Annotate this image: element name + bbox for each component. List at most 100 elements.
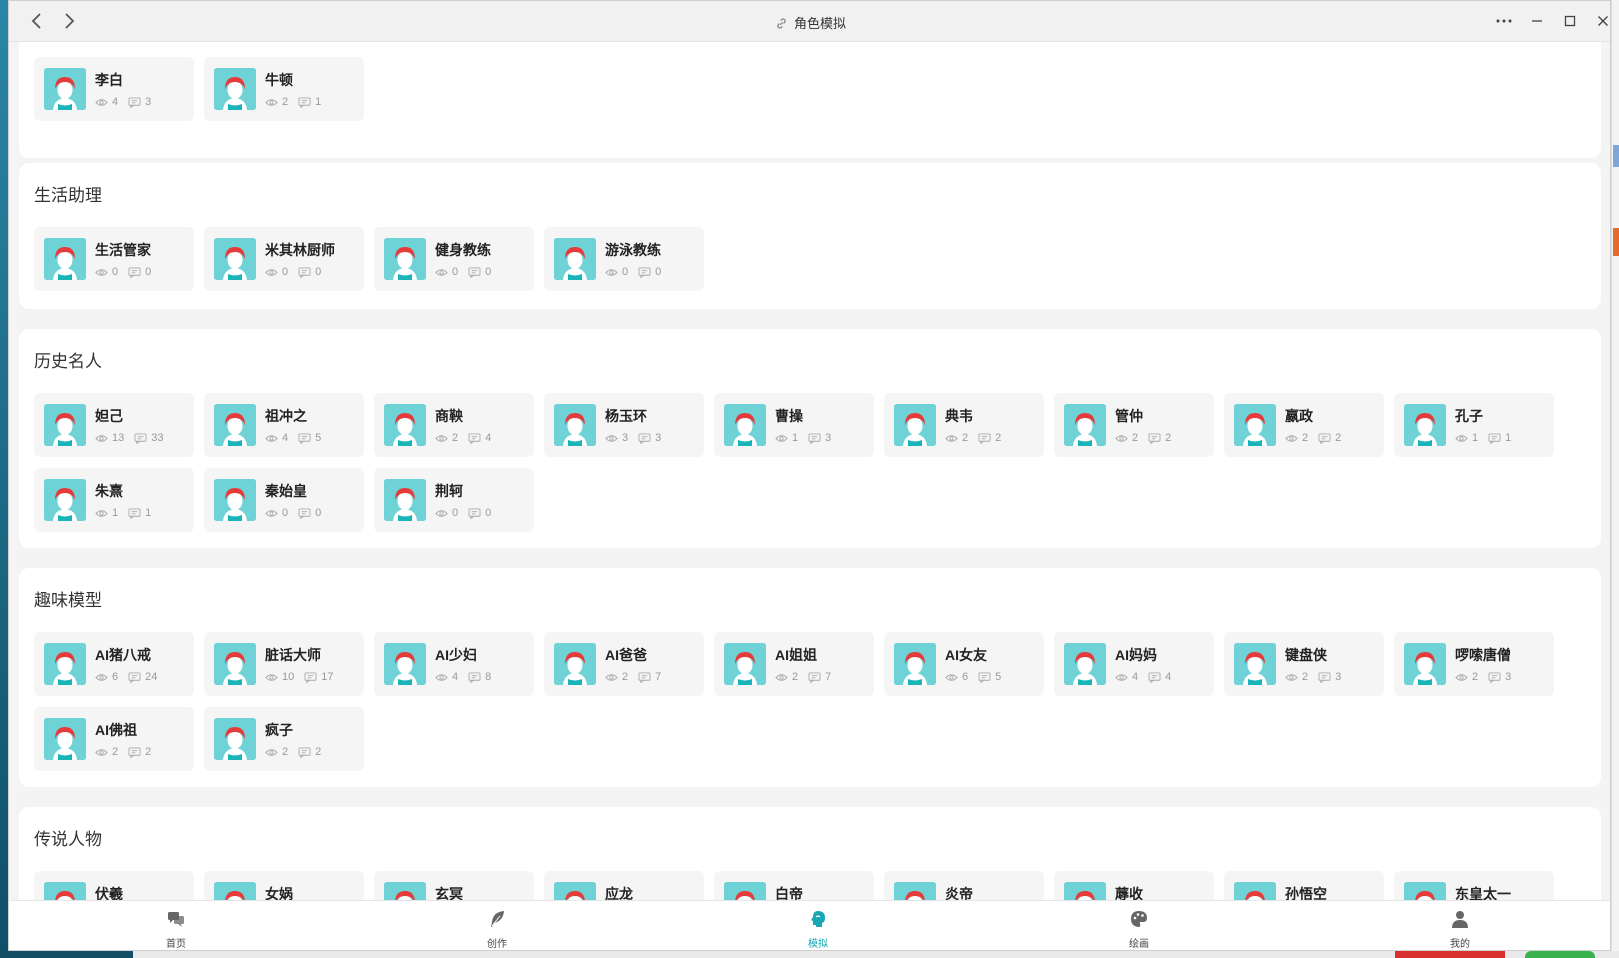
more-button[interactable] <box>1492 9 1516 33</box>
view-count: 0 <box>452 507 459 519</box>
role-card[interactable]: 白帝 <box>714 871 874 900</box>
role-card[interactable]: 商鞅 2 4 <box>374 393 534 457</box>
eye-icon <box>435 434 448 442</box>
role-card[interactable]: AI爸爸 2 7 <box>544 632 704 696</box>
role-name: 荆轲 <box>435 483 463 499</box>
role-category-section: 传说人物 伏羲 女娲 玄冥 应龙 白帝 炎帝 蓐收 孙悟空 东皇太一 <box>19 807 1601 900</box>
tab-paint[interactable]: 绘画 <box>1079 901 1199 950</box>
role-card[interactable]: 女娲 <box>204 871 364 900</box>
eye-icon <box>435 673 448 681</box>
role-card[interactable]: 祖冲之 4 5 <box>204 393 364 457</box>
role-avatar <box>44 479 86 521</box>
role-avatar <box>214 479 256 521</box>
tab-mine[interactable]: 我的 <box>1400 901 1520 950</box>
role-avatar <box>214 68 256 110</box>
role-card[interactable]: 疯子 2 2 <box>204 707 364 771</box>
role-card[interactable]: 秦始皇 0 0 <box>204 468 364 532</box>
eye-icon <box>95 673 108 681</box>
role-card[interactable]: 牛顿 2 1 <box>204 57 364 121</box>
role-avatar <box>1234 882 1276 900</box>
role-card[interactable]: 炎帝 <box>884 871 1044 900</box>
role-card[interactable]: 生活管家 0 0 <box>34 227 194 291</box>
tab-roleplay[interactable]: 模拟 <box>758 901 878 950</box>
role-card[interactable]: AI少妇 4 8 <box>374 632 534 696</box>
desktop-taskbar <box>0 951 1619 958</box>
role-card[interactable]: 杨玉环 3 3 <box>544 393 704 457</box>
role-card[interactable]: 米其林厨师 0 0 <box>204 227 364 291</box>
role-card[interactable]: 键盘侠 2 3 <box>1224 632 1384 696</box>
eye-icon <box>1285 673 1298 681</box>
chat-count: 3 <box>145 96 152 108</box>
role-card[interactable]: 嬴政 2 2 <box>1224 393 1384 457</box>
role-avatar <box>44 718 86 760</box>
role-list-content[interactable]: 李白 4 3 牛顿 2 1 生活助理 生活管家 0 0 米其林厨师 0 0 健身教练 0 0 游泳教练 0 0 历史名… <box>9 42 1610 900</box>
role-card[interactable]: 孙悟空 <box>1224 871 1384 900</box>
role-card[interactable]: 荆轲 0 0 <box>374 468 534 532</box>
role-card[interactable]: 蓐收 <box>1054 871 1214 900</box>
message-icon <box>1318 671 1331 683</box>
role-card[interactable]: 脏话大师 10 17 <box>204 632 364 696</box>
role-card[interactable]: 应龙 <box>544 871 704 900</box>
role-card[interactable]: 游泳教练 0 0 <box>544 227 704 291</box>
role-card[interactable]: 啰嗦唐僧 2 3 <box>1394 632 1554 696</box>
chat-count: 2 <box>995 432 1002 444</box>
close-button[interactable] <box>1591 9 1610 33</box>
role-avatar <box>894 404 936 446</box>
role-avatar <box>554 882 596 900</box>
tab-create[interactable]: 创作 <box>437 901 557 950</box>
role-stats: 43 <box>95 96 161 108</box>
chat-count: 2 <box>1165 432 1172 444</box>
eye-icon <box>95 98 108 106</box>
role-avatar <box>1064 404 1106 446</box>
role-card[interactable]: 李白 4 3 <box>34 57 194 121</box>
role-stats: 27 <box>605 671 671 683</box>
eye-icon <box>945 673 958 681</box>
feather-icon <box>487 909 507 929</box>
role-stats: 65 <box>945 671 1011 683</box>
role-card[interactable]: 朱熹 1 1 <box>34 468 194 532</box>
minimize-button[interactable] <box>1525 9 1549 33</box>
role-card[interactable]: 玄冥 <box>374 871 534 900</box>
maximize-button[interactable] <box>1558 9 1582 33</box>
role-card[interactable]: 妲己 13 33 <box>34 393 194 457</box>
role-name: 白帝 <box>775 886 803 900</box>
message-icon <box>128 746 141 758</box>
role-avatar <box>1234 643 1276 685</box>
message-icon <box>468 432 481 444</box>
eye-icon <box>265 434 278 442</box>
role-card[interactable]: AI女友 6 5 <box>884 632 1044 696</box>
role-name: 秦始皇 <box>265 483 307 499</box>
eye-icon <box>265 748 278 756</box>
chat-count: 4 <box>485 432 492 444</box>
chat-count: 5 <box>315 432 322 444</box>
role-card[interactable]: 健身教练 0 0 <box>374 227 534 291</box>
chat-count: 0 <box>145 266 152 278</box>
role-card[interactable]: AI猪八戒 6 24 <box>34 632 194 696</box>
role-stats: 22 <box>1285 432 1351 444</box>
role-avatar <box>384 643 426 685</box>
maximize-icon <box>1564 15 1576 27</box>
role-card[interactable]: AI妈妈 4 4 <box>1054 632 1214 696</box>
message-icon <box>298 507 311 519</box>
role-avatar <box>724 882 766 900</box>
taskbar-segment <box>1395 951 1505 958</box>
role-card[interactable]: 曹操 1 3 <box>714 393 874 457</box>
app-window: 角色模拟 李白 4 3 牛顿 2 1 生活助理 生活管家 0 0 米其林厨师 0 0 健身教练 0 0 游泳教练… <box>8 0 1611 951</box>
role-avatar <box>384 882 426 900</box>
role-card[interactable]: AI佛祖 2 2 <box>34 707 194 771</box>
role-name: 脏话大师 <box>265 647 321 663</box>
role-card[interactable]: 管仲 2 2 <box>1054 393 1214 457</box>
view-count: 2 <box>282 746 289 758</box>
role-card[interactable]: 典韦 2 2 <box>884 393 1044 457</box>
role-avatar <box>214 238 256 280</box>
role-card[interactable]: 东皇太一 <box>1394 871 1554 900</box>
role-card[interactable]: 伏羲 <box>34 871 194 900</box>
eye-icon <box>95 748 108 756</box>
chat-count: 1 <box>1505 432 1512 444</box>
message-icon <box>298 266 311 278</box>
chat-count: 17 <box>321 671 334 683</box>
tab-home[interactable]: 首页 <box>116 901 236 950</box>
role-card[interactable]: AI姐姐 2 7 <box>714 632 874 696</box>
role-name: 商鞅 <box>435 408 463 424</box>
role-card[interactable]: 孔子 1 1 <box>1394 393 1554 457</box>
